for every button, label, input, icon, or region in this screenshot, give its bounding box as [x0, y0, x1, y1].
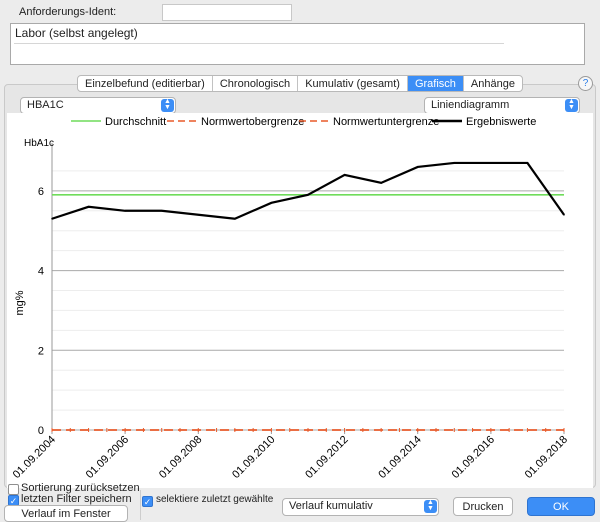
tab-anhaenge[interactable]: Anhänge: [464, 76, 522, 91]
data-point: [563, 213, 565, 216]
select-stepper-icon: ▲ ▼: [424, 499, 437, 513]
parameter-select-value: HBA1C: [27, 99, 64, 111]
data-point: [197, 213, 200, 216]
ok-button[interactable]: OK: [527, 497, 595, 516]
data-point: [234, 217, 236, 220]
tab-kumulativ[interactable]: Kumulativ (gesamt): [298, 76, 408, 91]
print-button[interactable]: Drucken: [453, 497, 513, 516]
x-tick-label: 01.09.2010: [230, 434, 277, 481]
select-last-label: selektiere zuletzt gewählte: [156, 494, 274, 505]
legend-label: Normwertobergrenze: [201, 116, 304, 128]
data-point: [526, 162, 529, 164]
save-filter-label: letzten Filter speichern: [21, 493, 132, 505]
view-tabs: Einzelbefund (editierbar) Chronologisch …: [77, 75, 523, 92]
y-tick-label: 4: [38, 266, 44, 278]
chart-title: HbA1c: [24, 138, 54, 149]
note-text: Labor (selbst angelegt): [15, 26, 138, 40]
ident-input[interactable]: [162, 4, 292, 21]
legend-label: Ergebniswerte: [466, 116, 536, 128]
y-axis-label: mg%: [14, 290, 26, 315]
tab-einzelbefund[interactable]: Einzelbefund (editierbar): [78, 76, 213, 91]
reset-sort-checkbox[interactable]: [8, 484, 19, 495]
x-tick-label: 01.09.2016: [450, 434, 497, 481]
data-point: [124, 209, 126, 212]
y-tick-label: 2: [38, 345, 44, 357]
chart-type-select-value: Liniendiagramm: [431, 99, 510, 111]
data-point: [160, 209, 163, 212]
select-stepper-icon: ▲ ▼: [161, 98, 174, 112]
legend-label: Durchschnitt: [105, 116, 166, 128]
x-tick-label: 01.09.2008: [157, 434, 204, 481]
data-point: [416, 166, 419, 168]
history-select[interactable]: Verlauf kumulativ ▲ ▼: [282, 498, 439, 516]
y-tick-label: 6: [38, 186, 44, 198]
data-point: [380, 182, 382, 184]
data-point: [490, 162, 492, 164]
note-textarea[interactable]: Labor (selbst angelegt): [10, 23, 585, 65]
bottom-divider: [140, 490, 141, 520]
line-chart: 0 2 4 6 HbA1c mg% 01.09.2004 01.09.2006 01.09.20…: [11, 116, 570, 481]
select-stepper-icon: ▲ ▼: [565, 98, 578, 112]
history-select-value: Verlauf kumulativ: [289, 500, 373, 512]
data-point: [270, 202, 273, 204]
note-underline: [14, 43, 504, 44]
x-tick-label: 01.09.2014: [376, 434, 423, 481]
x-tick-label: 01.09.2004: [11, 434, 58, 481]
data-point: [87, 206, 90, 208]
history-window-button[interactable]: Verlauf im Fenster: [4, 505, 128, 522]
x-tick-label: 01.09.2006: [84, 434, 131, 481]
select-last-checkbox[interactable]: ✓: [142, 496, 153, 507]
data-point: [51, 217, 53, 220]
tab-chronologisch[interactable]: Chronologisch: [213, 76, 299, 91]
ident-label: Anforderungs-Ident:: [19, 6, 117, 18]
y-tick-label: 0: [38, 425, 44, 437]
parameter-select[interactable]: HBA1C ▲ ▼: [20, 97, 176, 114]
data-point: [307, 194, 309, 196]
x-tick-label: 01.09.2012: [303, 434, 350, 481]
help-icon[interactable]: ?: [578, 76, 593, 91]
legend-label: Normwertuntergrenze: [333, 116, 439, 128]
chart-type-select[interactable]: Liniendiagramm ▲ ▼: [424, 97, 580, 114]
x-tick-label: 01.09.2018: [523, 434, 570, 481]
data-point: [453, 162, 456, 164]
chart-area: 0 2 4 6 HbA1c mg% 01.09.2004 01.09.2006 01.09.20…: [7, 113, 593, 488]
data-point: [343, 174, 346, 176]
tab-grafisch[interactable]: Grafisch: [407, 76, 464, 91]
